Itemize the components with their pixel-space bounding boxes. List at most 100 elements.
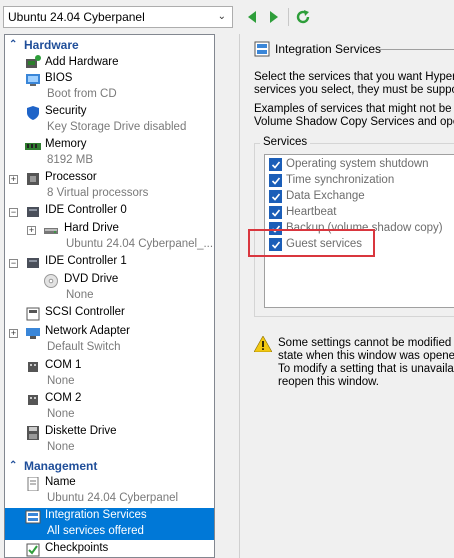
tree-item-sub: All services offered	[47, 525, 144, 537]
tree-item-name[interactable]: Name Ubuntu 24.04 Cyberpanel	[5, 475, 214, 508]
tree-item-label: COM 2	[45, 392, 82, 404]
ide-controller-icon	[27, 258, 39, 268]
tree-item-com-1[interactable]: COM 1 None	[5, 358, 214, 391]
expand-plus-icon[interactable]: +	[9, 175, 18, 184]
service-label: Time synchronization	[286, 174, 395, 186]
tree-item-ide-controller-0[interactable]: − IDE Controller 0	[5, 204, 214, 221]
tree-item-sub: Boot from CD	[47, 88, 117, 100]
tree-item-label: BIOS	[45, 72, 73, 84]
service-label: Data Exchange	[286, 190, 365, 202]
tree-item-ide-controller-1[interactable]: − IDE Controller 1	[5, 255, 214, 272]
back-arrow-icon[interactable]	[244, 9, 260, 25]
expand-plus-icon[interactable]: +	[9, 329, 18, 338]
add-hardware-icon	[26, 55, 41, 68]
service-label: Operating system shutdown	[286, 158, 429, 170]
diskette-icon	[27, 426, 39, 440]
toolbar-divider	[288, 8, 289, 26]
checkpoints-icon	[26, 543, 40, 557]
title-divider	[380, 49, 454, 50]
tree-item-label: SCSI Controller	[45, 306, 125, 318]
description-line: Select the services that you want Hyper-…	[254, 71, 454, 83]
com-port-icon	[28, 362, 38, 372]
tree-item-sub: None	[66, 289, 94, 301]
integration-services-icon	[254, 41, 270, 57]
forward-arrow-icon[interactable]	[266, 9, 282, 25]
tree-item-label: Checkpoints	[45, 542, 109, 554]
tree-item-label: Diskette Drive	[45, 425, 117, 437]
tree-item-sub: Ubuntu 24.04 Cyberpanel_...	[66, 238, 214, 250]
checkbox-checked-icon[interactable]	[269, 158, 282, 171]
hardware-section-header[interactable]: ⌃ Hardware	[5, 37, 214, 53]
tree-item-sub: 8 Virtual processors	[47, 187, 149, 199]
toolbar: Ubuntu 24.04 Cyberpanel ⌄	[0, 0, 454, 34]
tree-item-add-hardware[interactable]: Add Hardware	[5, 54, 214, 71]
tree-item-label: IDE Controller 1	[45, 255, 127, 267]
refresh-icon[interactable]	[295, 9, 311, 25]
checkbox-checked-icon[interactable]	[269, 174, 282, 187]
tree-item-label: DVD Drive	[64, 273, 119, 285]
tree-item-label: COM 1	[45, 359, 82, 371]
tree-item-label: Hard Drive	[64, 222, 119, 234]
tree-item-label: IDE Controller 0	[45, 204, 127, 216]
pane-splitter[interactable]	[215, 34, 239, 558]
vm-selector[interactable]: Ubuntu 24.04 Cyberpanel ⌄	[3, 6, 233, 28]
description-line: Volume Shadow Copy Services and operat	[254, 116, 454, 128]
services-group-label: Services	[260, 136, 311, 148]
tree-item-label: Name	[45, 476, 76, 488]
memory-icon	[25, 143, 41, 150]
tree-item-label: Integration Services	[45, 509, 147, 521]
tree-item-hard-drive[interactable]: + Hard Drive Ubuntu 24.04 Cyberpanel_...	[5, 221, 214, 254]
tree-item-label: Add Hardware	[45, 56, 119, 68]
tree-item-diskette-drive[interactable]: Diskette Drive None	[5, 424, 214, 457]
tree-item-label: Memory	[45, 138, 87, 150]
panel-title: Integration Services	[275, 42, 382, 56]
tree-item-integration-services[interactable]: Integration Services All services offere…	[5, 508, 214, 541]
tree-item-security[interactable]: Security Key Storage Drive disabled	[5, 104, 214, 137]
tree-item-scsi-controller[interactable]: SCSI Controller	[5, 306, 214, 323]
name-document-icon	[27, 477, 39, 491]
collapse-caret-icon[interactable]: ⌃	[9, 37, 17, 53]
collapse-minus-icon[interactable]: −	[9, 208, 18, 217]
tree-item-processor[interactable]: + Processor 8 Virtual processors	[5, 170, 214, 203]
tree-item-com-2[interactable]: COM 2 None	[5, 391, 214, 424]
tree-item-label: Processor	[45, 171, 97, 183]
collapse-minus-icon[interactable]: −	[9, 259, 18, 268]
service-label: Heartbeat	[286, 206, 337, 218]
bios-icon	[26, 74, 40, 86]
warning-note-line: Some settings cannot be modified be	[278, 337, 454, 349]
vm-selector-value: Ubuntu 24.04 Cyberpanel	[8, 10, 145, 24]
hardware-header-label: Hardware	[24, 38, 79, 52]
shield-icon	[27, 106, 39, 120]
settings-tree: ⌃ Hardware Add Hardware BIOS Boot from C…	[4, 34, 215, 558]
warning-note-line: state when this window was opened:	[278, 350, 454, 362]
tree-item-sub: Default Switch	[47, 341, 121, 353]
management-header-label: Management	[24, 459, 98, 473]
checkbox-checked-icon[interactable]	[269, 206, 282, 219]
scsi-controller-icon	[26, 307, 40, 321]
dvd-icon	[44, 274, 58, 288]
tree-item-sub: None	[47, 375, 75, 387]
collapse-caret-icon[interactable]: ⌃	[9, 458, 17, 474]
warning-icon	[254, 336, 272, 352]
tree-item-bios[interactable]: BIOS Boot from CD	[5, 71, 214, 104]
tree-item-checkpoints[interactable]: Checkpoints	[5, 542, 214, 557]
tree-item-sub: None	[47, 408, 75, 420]
checkbox-checked-icon[interactable]	[269, 190, 282, 203]
guest-services-highlight-box	[248, 229, 375, 257]
details-pane: Integration Services Select the services…	[239, 34, 454, 558]
tree-item-sub: 8192 MB	[47, 154, 94, 166]
tree-item-network-adapter[interactable]: + Network Adapter Default Switch	[5, 325, 214, 358]
hard-drive-icon	[44, 228, 58, 234]
description-line: Examples of services that might not be a…	[254, 103, 454, 115]
tree-item-dvd-drive[interactable]: DVD Drive None	[5, 272, 214, 305]
expand-plus-icon[interactable]: +	[27, 226, 36, 235]
ide-controller-icon	[27, 207, 39, 217]
management-section-header[interactable]: ⌃ Management	[5, 458, 214, 474]
tree-item-sub: Key Storage Drive disabled	[47, 121, 187, 133]
tree-item-memory[interactable]: Memory 8192 MB	[5, 137, 214, 170]
network-adapter-icon	[26, 328, 40, 339]
chevron-down-icon: ⌄	[217, 11, 226, 22]
processor-icon	[27, 173, 39, 185]
tree-item-label: Network Adapter	[45, 325, 131, 337]
tree-item-sub: Ubuntu 24.04 Cyberpanel	[47, 492, 179, 504]
